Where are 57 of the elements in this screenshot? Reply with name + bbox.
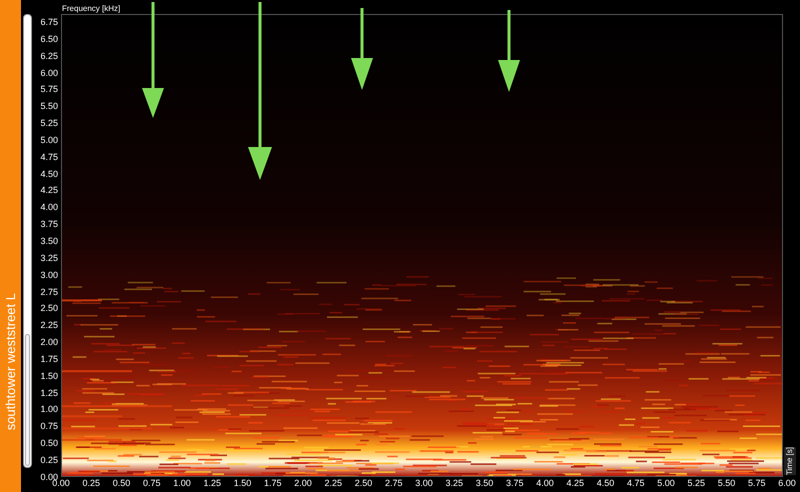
scrollbar[interactable] bbox=[23, 14, 32, 468]
scrollbar-thumb[interactable] bbox=[25, 334, 30, 466]
axis-tick-label: 5.00 bbox=[40, 134, 58, 146]
axis-tick-label: 3.50 bbox=[40, 234, 58, 247]
axis-tick-label: 1.50 bbox=[40, 370, 58, 382]
axis-tick-label: 4.50 bbox=[40, 168, 58, 180]
axis-tick-label: 3.75 bbox=[40, 218, 58, 230]
axis-tick-label: 2.25 bbox=[323, 477, 344, 489]
axis-tick-label: 0.25 bbox=[81, 477, 102, 489]
axis-tick-label: 4.00 bbox=[40, 201, 58, 214]
axis-tick-label: 1.75 bbox=[262, 477, 283, 489]
axis-tick-label: 1.75 bbox=[40, 352, 58, 365]
axis-tick-label: 3.00 bbox=[40, 268, 58, 281]
axis-title: Time [s] bbox=[784, 446, 796, 475]
axis-tick-label: 3.25 bbox=[40, 252, 58, 264]
axis-tick-label: 6.50 bbox=[40, 32, 58, 45]
axis-tick-label: 4.75 bbox=[40, 150, 58, 163]
axis-tick-label: 1.25 bbox=[40, 386, 58, 399]
sidebar-title: southtower weststreet L bbox=[2, 292, 19, 430]
axis-tick-label: 5.75 bbox=[746, 477, 767, 489]
axis-tick-label: 5.25 bbox=[40, 117, 58, 130]
axis-tick-label: 4.50 bbox=[596, 477, 616, 489]
axis-tick-label: 0.50 bbox=[112, 477, 132, 489]
axis-tick-label: 5.50 bbox=[716, 477, 736, 489]
axis-tick-label: 1.50 bbox=[232, 477, 252, 489]
axis-tick-label: 5.75 bbox=[40, 83, 58, 96]
axis-tick-label: 0.25 bbox=[40, 454, 58, 466]
axis-tick-label: 2.25 bbox=[40, 319, 58, 332]
axis-tick-label: 2.75 bbox=[384, 477, 404, 489]
axis-tick-label: 3.50 bbox=[474, 477, 494, 489]
axis-tick-label: 6.00 bbox=[777, 477, 797, 489]
axis-tick-label: 5.00 bbox=[656, 477, 676, 489]
axis-tick-label: 3.00 bbox=[414, 477, 434, 489]
axis-tick-label: 1.00 bbox=[40, 403, 58, 416]
axis-tick-label: 4.00 bbox=[535, 477, 555, 489]
axis-tick-label: 2.50 bbox=[354, 477, 374, 489]
axis-tick-label: 0.75 bbox=[40, 420, 58, 432]
axis-tick-label: 0.75 bbox=[142, 477, 162, 489]
axis-tick-label: 1.25 bbox=[202, 477, 222, 489]
axis-tick-label: 3.25 bbox=[444, 477, 464, 489]
axis-tick-label: 4.75 bbox=[626, 477, 646, 489]
axis-tick-label: 6.25 bbox=[40, 50, 58, 62]
axis-tick-label: 2.75 bbox=[40, 286, 58, 298]
axis-tick-label: 6.00 bbox=[40, 66, 58, 79]
axis-tick-label: 1.00 bbox=[172, 477, 192, 489]
axis-tick-label: 4.25 bbox=[40, 184, 58, 196]
axis-tick-label: 5.25 bbox=[686, 477, 706, 489]
axis-tick-label: 4.25 bbox=[565, 477, 586, 489]
axis-tick-label: 2.00 bbox=[293, 477, 313, 489]
axis-title: Frequency [kHz] bbox=[61, 4, 120, 14]
axis-tick-label: 0.00 bbox=[52, 478, 71, 489]
axis-tick-label: 2.00 bbox=[40, 336, 58, 348]
axis-tick-label: 6.75 bbox=[40, 16, 58, 28]
axis-tick-label: 5.50 bbox=[40, 100, 58, 112]
axis-tick-label: 0.50 bbox=[40, 437, 58, 450]
axis-tick-label: 2.50 bbox=[40, 302, 58, 314]
axis-tick-label: 3.75 bbox=[504, 477, 525, 489]
